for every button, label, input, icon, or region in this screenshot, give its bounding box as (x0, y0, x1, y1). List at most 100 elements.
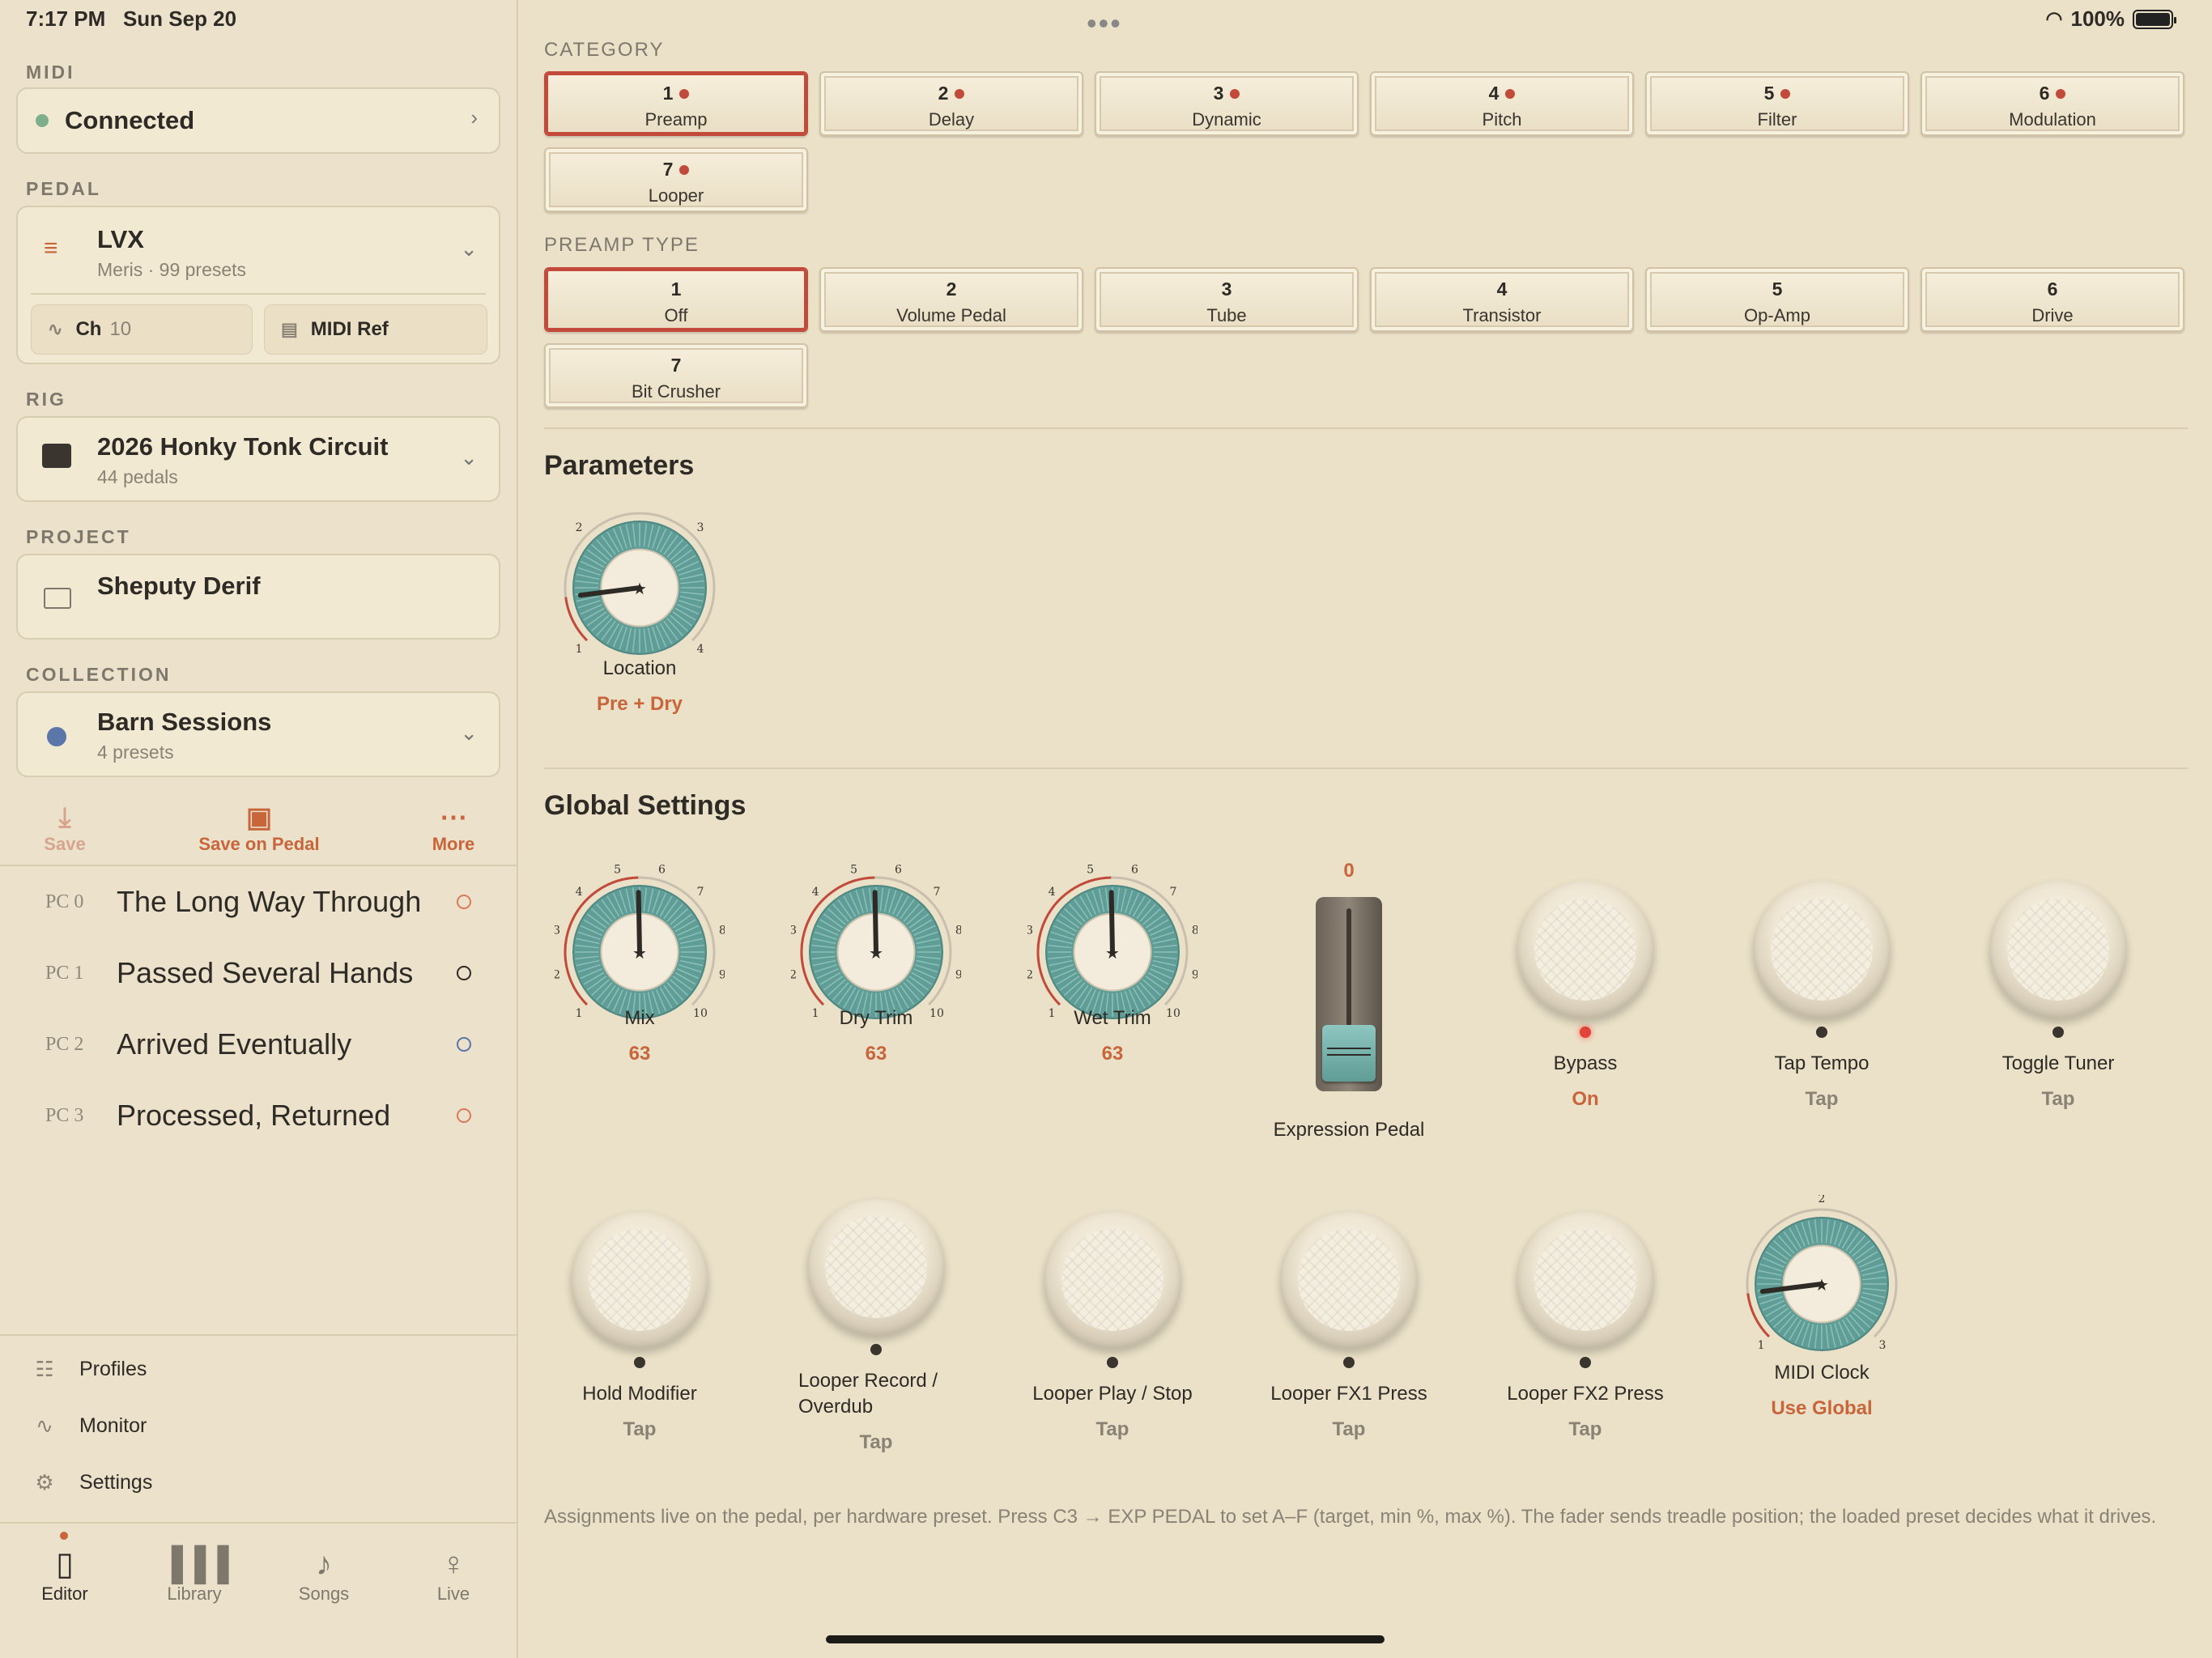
dry-trim-control[interactable]: 1 2 3 4 5 6 7 8 9 10 ★ Dry Trim 63 (779, 857, 973, 1065)
active-dot (679, 88, 690, 99)
divider (544, 427, 2188, 429)
bypass-control[interactable]: Bypass On (1488, 881, 1682, 1111)
toggle-tuner-footswitch[interactable] (1989, 881, 2127, 1018)
type-option[interactable]: 3 Tube (1095, 267, 1359, 332)
expression-footnote: Assignments live on the pedal, per hardw… (544, 1506, 2157, 1528)
preset-row-0[interactable]: PC 0 The Long Way Through (0, 866, 518, 937)
knob-tick-label: 1 (576, 643, 583, 656)
nav-profiles[interactable]: ☷ Profiles (32, 1357, 147, 1382)
midi-channel-button[interactable]: ∿ Ch 10 (31, 304, 253, 355)
nav-label: Profiles (79, 1358, 147, 1380)
rig-name: 2026 Honky Tonk Circuit (97, 432, 389, 461)
type-option[interactable]: 6 Drive (1921, 267, 2184, 332)
looper-play-led (1107, 1357, 1118, 1368)
option-number: 5 (1764, 83, 1791, 104)
location-control[interactable]: 1 2 3 4 ★ Location Pre + Dry (542, 507, 737, 716)
midi-clock-control[interactable]: 1 2 3 ★ MIDI Clock Use Global (1725, 1195, 1919, 1420)
knob-tick-label: 2 (555, 968, 560, 981)
looper-fx2-footswitch[interactable] (1516, 1211, 1654, 1349)
preset-row-1[interactable]: PC 1 Passed Several Hands (0, 937, 518, 1009)
option-number-text: 4 (1488, 83, 1499, 104)
collection-selector[interactable]: Barn Sessions 4 presets ⌄ (16, 691, 500, 777)
battery-fill (2136, 12, 2170, 26)
collection-color-dot (47, 727, 66, 746)
preset-pc: PC 2 (45, 1033, 84, 1055)
looper-record-name: Looper Record / Overdub (798, 1370, 938, 1418)
type-option[interactable]: 2 Volume Pedal (819, 267, 1083, 332)
cat-option[interactable]: 5 Filter (1645, 71, 1909, 136)
cat-option[interactable]: 1 Preamp (544, 71, 808, 136)
tab-editor[interactable]: ▯ Editor (8, 1532, 121, 1605)
expression-fader[interactable] (1316, 897, 1382, 1091)
dry-trim-value: 63 (865, 1043, 887, 1065)
fader-handle[interactable] (1322, 1025, 1376, 1082)
book-icon: ▤ (281, 319, 298, 339)
type-option[interactable]: 7 Bit Crusher (544, 343, 808, 408)
cat-option[interactable]: 3 Dynamic (1095, 71, 1359, 136)
nav-settings[interactable]: ⚙ Settings (32, 1470, 152, 1495)
hold-modifier-footswitch[interactable] (571, 1211, 708, 1349)
looper-play-footswitch[interactable] (1044, 1211, 1181, 1349)
preset-pc: PC 0 (45, 891, 84, 912)
option-number: 7 (663, 159, 690, 181)
looper-record-control[interactable]: Looper Record / Overdub Tap (779, 1198, 973, 1454)
tab-live[interactable]: ♀ Live (397, 1545, 510, 1605)
tab-songs[interactable]: ♪ Songs (267, 1545, 381, 1605)
looper-fx1-control[interactable]: Looper FX1 Press Tap (1252, 1211, 1446, 1441)
books-icon: ▐▐▐ (160, 1546, 229, 1582)
pedal-selector[interactable]: ≡ LVX Meris · 99 presets ⌄ (18, 207, 499, 295)
hold-modifier-control[interactable]: Hold Modifier Tap (542, 1211, 737, 1441)
midi-clock-knob[interactable]: 1 2 3 ★ (1737, 1195, 1907, 1365)
looper-fx2-control[interactable]: Looper FX2 Press Tap (1488, 1211, 1682, 1441)
midi-ref-button[interactable]: ▤ MIDI Ref (264, 304, 487, 355)
knob-tick-label: 9 (719, 968, 725, 981)
looper-play-control[interactable]: Looper Play / Stop Tap (1015, 1211, 1210, 1441)
wet-trim-control[interactable]: 1 2 3 4 5 6 7 8 9 10 ★ Wet Trim 63 (1015, 857, 1210, 1065)
cat-option[interactable]: 2 Delay (819, 71, 1083, 136)
tap-tempo-control[interactable]: Tap Tempo Tap (1725, 881, 1919, 1111)
knob-tick-label: 9 (1192, 968, 1197, 981)
option-label: Looper (648, 185, 704, 206)
cat-option[interactable]: 7 Looper (544, 147, 808, 212)
gear-icon: ⚙ (35, 1470, 54, 1494)
folder-icon (44, 588, 71, 609)
knob-tick-label: 3 (1878, 1339, 1886, 1352)
option-number-text: 3 (1221, 278, 1232, 300)
save-on-pedal-button[interactable]: ▣ Save on Pedal (186, 801, 332, 855)
preset-row-2[interactable]: PC 2 Arrived Eventually (0, 1009, 518, 1080)
nav-monitor[interactable]: ∿ Monitor (32, 1414, 147, 1439)
looper-record-footswitch[interactable] (807, 1198, 945, 1336)
multitask-dots-icon[interactable]: ••• (1087, 6, 1122, 40)
tab-library[interactable]: ▐▐▐ Library (138, 1545, 251, 1605)
knob-tick-label: 1 (812, 1007, 819, 1020)
option-label: Op-Amp (1744, 305, 1810, 325)
toggle-tuner-control[interactable]: Toggle Tuner Tap (1961, 881, 2155, 1111)
global-settings-title: Global Settings (544, 790, 747, 821)
more-button[interactable]: ⋯ More (405, 801, 502, 855)
looper-fx1-name: Looper FX1 Press (1270, 1383, 1427, 1405)
project-selector[interactable]: Sheputy Derif (16, 554, 500, 640)
mix-name: Mix (624, 1007, 655, 1029)
type-option[interactable]: 1 Off (544, 267, 808, 332)
looper-fx1-footswitch[interactable] (1280, 1211, 1418, 1349)
option-label: Dynamic (1192, 109, 1261, 130)
type-option[interactable]: 5 Op-Amp (1645, 267, 1909, 332)
tap-tempo-footswitch[interactable] (1753, 881, 1891, 1018)
midi-connection-card[interactable]: Connected › (16, 87, 500, 154)
cat-option[interactable]: 4 Pitch (1370, 71, 1634, 136)
location-knob[interactable]: 1 2 3 4 ★ (555, 507, 725, 661)
preset-row-3[interactable]: PC 3 Processed, Returned (0, 1080, 518, 1151)
option-number-text: 6 (2039, 83, 2050, 104)
rig-selector[interactable]: 2026 Honky Tonk Circuit 44 pedals ⌄ (16, 416, 500, 502)
bypass-footswitch[interactable] (1516, 881, 1654, 1018)
save-button[interactable]: ⤓ Save (16, 801, 113, 855)
knob-tick-label: 1 (576, 1007, 583, 1020)
battery-percent: 100% (2070, 6, 2125, 31)
option-label: Tube (1206, 305, 1247, 325)
home-indicator[interactable] (826, 1635, 1385, 1643)
cat-option[interactable]: 6 Modulation (1921, 71, 2184, 136)
expression-pedal-control[interactable]: 0 Expression Pedal (1252, 860, 1446, 1151)
mix-control[interactable]: 1 2 3 4 5 6 7 8 9 10 ★ Mix 63 (542, 857, 737, 1065)
looper-play-value: Tap (1095, 1418, 1129, 1440)
type-option[interactable]: 4 Transistor (1370, 267, 1634, 332)
